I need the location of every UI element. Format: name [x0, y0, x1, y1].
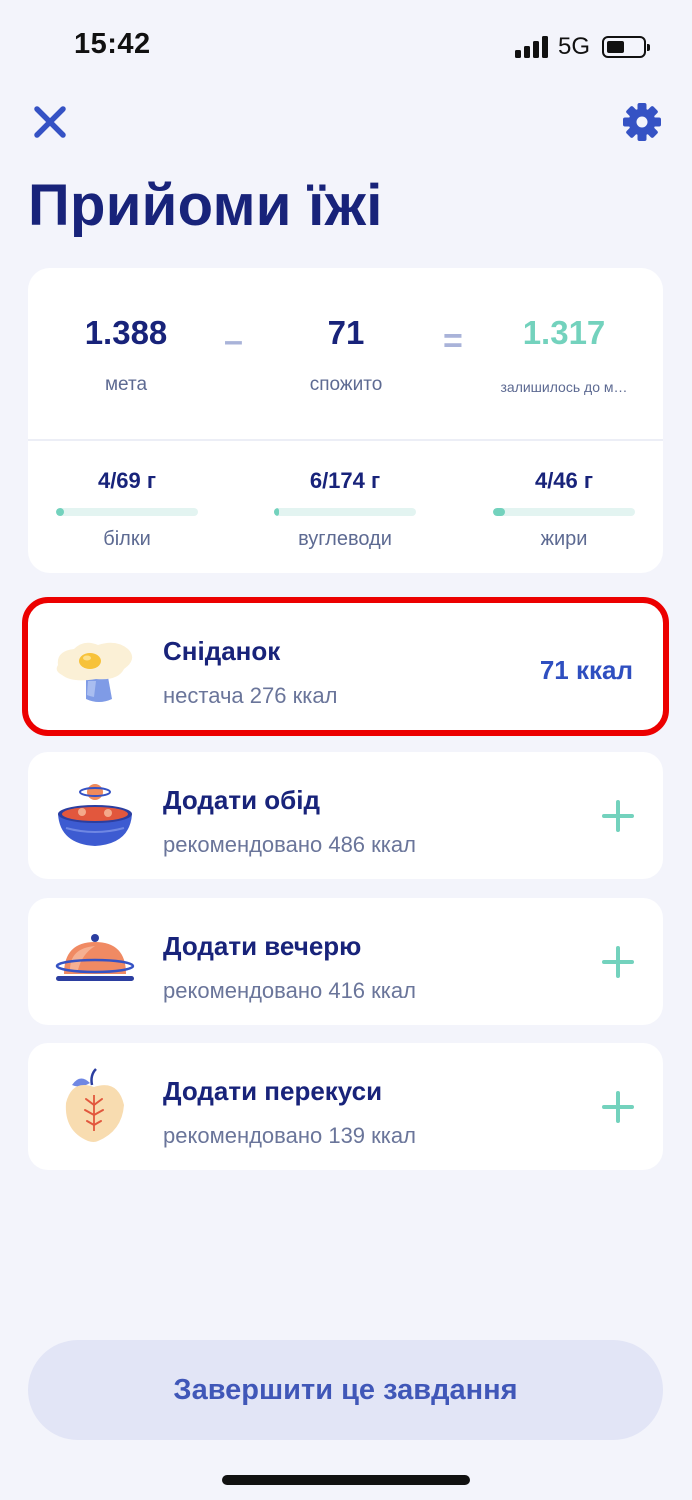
meal-snacks[interactable]: Додати перекуси рекомендовано 139 ккал: [28, 1043, 663, 1170]
plus-icon[interactable]: [601, 799, 635, 833]
meal-kcal: 71 ккал: [539, 655, 633, 685]
meal-title: Додати обід: [163, 785, 320, 815]
close-icon: [34, 106, 66, 138]
meal-title: Додати вечерю: [163, 931, 362, 961]
fried-egg-icon: [56, 642, 133, 702]
status-icons: 5G: [514, 33, 650, 61]
page-title: Прийоми їжі: [28, 173, 383, 238]
carbs-progress-bar: [274, 508, 416, 516]
fat-progress-bar: [493, 508, 635, 516]
meal-subtitle: рекомендовано 486 ккал: [163, 832, 416, 857]
meal-lunch[interactable]: Додати обід рекомендовано 486 ккал: [28, 752, 663, 879]
meal-subtitle: рекомендовано 139 ккал: [163, 1123, 416, 1148]
macro-carbs: 6/174 г вуглеводи: [274, 468, 416, 551]
goal-value: 1.388: [84, 314, 168, 351]
signal-icon: [514, 36, 548, 58]
macro-protein: 4/69 г білки: [56, 468, 198, 551]
protein-label: білки: [103, 528, 151, 550]
meal-subtitle: рекомендовано 416 ккал: [163, 978, 416, 1003]
close-button[interactable]: [30, 102, 70, 142]
protein-progress-bar: [56, 508, 198, 516]
fat-progress-fill: [493, 508, 506, 516]
apple-icon: [65, 1068, 124, 1142]
plus-icon[interactable]: [601, 945, 635, 979]
consumed-value: 71: [327, 314, 365, 351]
remaining-label: залишилось до м…: [500, 379, 628, 395]
battery-icon: [602, 36, 650, 58]
calorie-equation: 1.388 мета – 71 спожито = 1.317 залишило…: [28, 314, 663, 414]
carbs-value: 6/174 г: [309, 468, 381, 493]
plus-icon[interactable]: [601, 1090, 635, 1124]
protein-progress-fill: [56, 508, 65, 516]
settings-button[interactable]: [622, 102, 662, 142]
summary-divider: [28, 439, 663, 441]
fat-value: 4/46 г: [534, 468, 594, 493]
goal-block: 1.388 мета: [66, 314, 186, 396]
meal-breakfast[interactable]: Сніданок нестача 276 ккал 71 ккал: [22, 597, 669, 736]
meals-screen: 15:42 5G Прийоми їжі 1.388 мета – 71 спо…: [0, 0, 692, 1500]
macro-fat: 4/46 г жири: [493, 468, 635, 551]
bowl-icon: [58, 784, 132, 846]
meal-title: Додати перекуси: [163, 1076, 383, 1106]
protein-value: 4/69 г: [97, 468, 157, 493]
gear-icon: [623, 103, 661, 141]
calorie-summary-card: 1.388 мета – 71 спожито = 1.317 залишило…: [28, 268, 663, 573]
status-time: 15:42: [74, 28, 151, 60]
consumed-label: спожито: [309, 374, 383, 395]
finish-task-button[interactable]: Завершити це завдання: [28, 1340, 663, 1440]
carbs-label: вуглеводи: [298, 528, 392, 550]
meal-subtitle: нестача 276 ккал: [163, 683, 338, 708]
remaining-value: 1.317: [522, 314, 606, 351]
cloche-icon: [55, 934, 135, 981]
minus-sign: –: [224, 322, 243, 360]
meal-dinner[interactable]: Додати вечерю рекомендовано 416 ккал: [28, 898, 663, 1025]
home-indicator[interactable]: [222, 1475, 470, 1485]
goal-label: мета: [104, 374, 148, 395]
consumed-block: 71 спожито: [286, 314, 406, 396]
remaining-block: 1.317 залишилось до м…: [490, 314, 638, 395]
equals-sign: =: [443, 322, 463, 360]
carbs-progress-fill: [274, 508, 279, 516]
network-type: 5G: [557, 33, 590, 60]
meal-title: Сніданок: [163, 636, 281, 666]
fat-label: жири: [540, 528, 588, 550]
